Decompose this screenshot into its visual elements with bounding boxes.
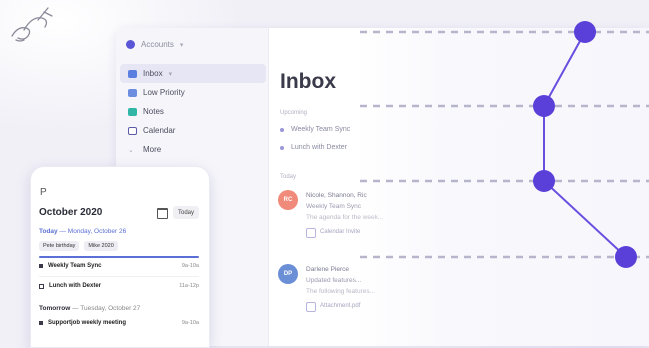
- calendar-icon: [306, 227, 316, 238]
- sidebar-item-calendar[interactable]: Calendar: [120, 121, 266, 140]
- chevron-down-icon: ⌄: [128, 146, 134, 154]
- calendar-event[interactable]: Weekly Team Sync 9a-10a: [39, 263, 199, 269]
- sidebar-item-label: Notes: [143, 107, 164, 116]
- calendar-icon[interactable]: [157, 208, 168, 219]
- sidebar-item-inbox[interactable]: Inbox ▾: [120, 64, 266, 83]
- today-date: — Monday, October 26: [57, 228, 127, 235]
- tomorrow-date-line: Tomorrow — Tuesday, October 27: [39, 305, 140, 312]
- event-title: Supportjob weekly meeting: [48, 320, 127, 326]
- sidebar-item-label: More: [143, 145, 162, 154]
- sidebar-nav: Inbox ▾ Low Priority Notes Calendar ⌄ Mo…: [120, 64, 266, 159]
- fade-overlay: [354, 28, 649, 346]
- sidebar-item-label: Low Priority: [143, 88, 185, 97]
- divider: [39, 276, 199, 277]
- sidebar-item-label: Inbox: [143, 69, 163, 78]
- today-divider: [39, 256, 199, 258]
- all-day-chips: Pete birthday Mike 2020: [39, 241, 118, 251]
- event-marker-icon: [39, 283, 44, 289]
- bullet-icon: [280, 145, 284, 150]
- event-title: Lunch with Dexter: [49, 283, 102, 289]
- account-switcher[interactable]: Accounts ▾: [126, 40, 183, 49]
- today-button[interactable]: Today: [173, 206, 199, 219]
- tomorrow-date: — Tuesday, October 27: [70, 305, 141, 312]
- attachment-icon: [306, 301, 316, 312]
- tomorrow-prefix: Tomorrow: [39, 305, 71, 312]
- avatar: RC: [278, 190, 298, 210]
- chevron-down-icon: ▾: [168, 70, 173, 78]
- today-prefix: Today: [39, 228, 58, 235]
- calendar-month-title: October 2020: [39, 207, 103, 218]
- notes-icon: [128, 107, 137, 116]
- upcoming-item-label: Weekly Team Sync: [291, 126, 351, 133]
- bullet-icon: [280, 127, 284, 132]
- sidebar-item-notes[interactable]: Notes: [120, 102, 266, 121]
- page-title: Inbox: [280, 70, 336, 93]
- sidebar-item-more[interactable]: ⌄ More: [120, 140, 266, 159]
- mobile-calendar-card: P October 2020 Today Today — Monday, Oct…: [30, 166, 210, 348]
- app-glyph: P: [40, 187, 47, 198]
- event-title: Weekly Team Sync: [48, 263, 102, 269]
- upcoming-label: Upcoming: [280, 110, 308, 116]
- calendar-invite-chip[interactable]: Calendar Invite: [306, 227, 360, 238]
- calendar-icon: [128, 126, 137, 135]
- people-icon: [128, 88, 137, 97]
- event-time: 9a-10a: [181, 320, 199, 326]
- calendar-event[interactable]: Supportjob weekly meeting 9a-10a: [39, 320, 199, 326]
- account-label: Accounts: [141, 40, 174, 49]
- avatar: DP: [278, 264, 298, 284]
- inbox-icon: [128, 69, 137, 78]
- chevron-down-icon: ▾: [179, 41, 184, 49]
- sidebar-item-low-priority[interactable]: Low Priority: [120, 83, 266, 102]
- sketch-doodle-icon: [11, 7, 53, 42]
- account-avatar: [126, 40, 135, 49]
- today-label: Today: [280, 174, 297, 180]
- today-date-line: Today — Monday, October 26: [39, 228, 126, 235]
- all-day-chip[interactable]: Pete birthday: [39, 241, 80, 251]
- event-time: 9a-10a: [181, 263, 199, 269]
- sidebar-item-label: Calendar: [143, 126, 176, 135]
- event-marker-icon: [39, 264, 43, 268]
- event-marker-icon: [39, 321, 43, 325]
- upcoming-item-label: Lunch with Dexter: [291, 144, 348, 151]
- upcoming-item[interactable]: Weekly Team Sync: [280, 126, 350, 133]
- calendar-event[interactable]: Lunch with Dexter 11a-12p: [39, 283, 199, 289]
- all-day-chip[interactable]: Mike 2020: [84, 241, 118, 251]
- event-time: 11a-12p: [179, 283, 199, 289]
- attachment-chip[interactable]: Attachment.pdf: [306, 301, 360, 312]
- upcoming-item[interactable]: Lunch with Dexter: [280, 144, 347, 151]
